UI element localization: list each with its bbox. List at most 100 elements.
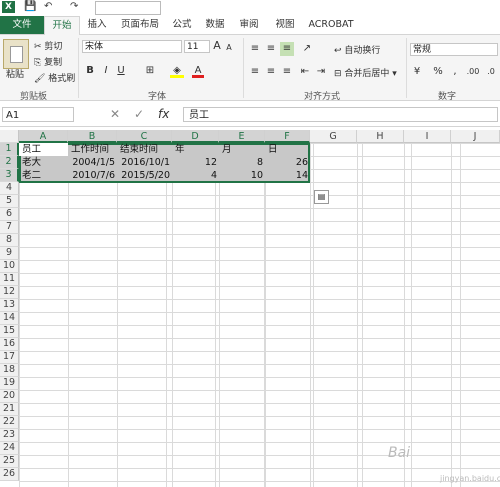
select-all-corner[interactable] bbox=[0, 130, 19, 143]
cell-C3[interactable]: 2015/5/20 bbox=[117, 169, 170, 182]
cell-E3[interactable]: 10 bbox=[219, 169, 263, 182]
row-header[interactable]: 15 bbox=[0, 325, 19, 338]
row-header[interactable]: 13 bbox=[0, 299, 19, 312]
cell-F2[interactable]: 26 bbox=[265, 156, 308, 169]
row-header[interactable]: 21 bbox=[0, 403, 19, 416]
name-box[interactable]: A1 bbox=[2, 107, 74, 122]
row-header[interactable]: 23 bbox=[0, 429, 19, 442]
tab-data[interactable]: 数据 bbox=[200, 16, 230, 34]
row-header[interactable]: 5 bbox=[0, 195, 19, 208]
decrease-indent-icon[interactable]: ⇤ bbox=[298, 65, 312, 79]
merge-center-button[interactable]: ⊟ 合并后居中 ▾ bbox=[334, 66, 397, 79]
align-left-icon[interactable]: ≡ bbox=[248, 65, 262, 79]
column-header[interactable]: F bbox=[265, 130, 310, 143]
column-header[interactable]: E bbox=[219, 130, 265, 143]
percent-button[interactable]: % bbox=[432, 65, 444, 79]
column-header[interactable]: B bbox=[68, 130, 117, 143]
column-header[interactable]: H bbox=[357, 130, 404, 143]
formula-input[interactable]: 员工 bbox=[183, 107, 498, 122]
cell-D1[interactable]: 年 bbox=[175, 143, 217, 156]
tab-review[interactable]: 审阅 bbox=[234, 16, 264, 34]
cell-grid[interactable] bbox=[19, 143, 500, 487]
tab-acrobat[interactable]: ACROBAT bbox=[306, 16, 356, 34]
row-header[interactable]: 22 bbox=[0, 416, 19, 429]
cell-A3[interactable]: 老二 bbox=[22, 169, 66, 182]
row-header[interactable]: 25 bbox=[0, 455, 19, 468]
cell-C2[interactable]: 2016/10/1 bbox=[117, 156, 170, 169]
comma-button[interactable]: , bbox=[450, 65, 460, 79]
align-middle-icon[interactable]: ≡ bbox=[264, 42, 278, 56]
copy-button[interactable]: ⎘ 复制 bbox=[34, 55, 62, 68]
italic-button[interactable]: I bbox=[100, 64, 112, 78]
row-header[interactable]: 11 bbox=[0, 273, 19, 286]
cell-A2[interactable]: 老大 bbox=[22, 156, 66, 169]
row-header[interactable]: 16 bbox=[0, 338, 19, 351]
row-header[interactable]: 26 bbox=[0, 468, 19, 481]
cell-B3[interactable]: 2010/7/6 bbox=[68, 169, 115, 182]
row-header[interactable]: 18 bbox=[0, 364, 19, 377]
cell-D3[interactable]: 4 bbox=[172, 169, 217, 182]
wrap-text-button[interactable]: ↩ 自动换行 bbox=[334, 43, 380, 56]
tab-view[interactable]: 视图 bbox=[270, 16, 300, 34]
align-right-icon[interactable]: ≡ bbox=[280, 65, 294, 79]
format-painter-button[interactable]: 🖌 格式刷 bbox=[34, 71, 75, 84]
column-header[interactable]: A bbox=[19, 130, 68, 143]
increase-decimal-icon[interactable]: .00 bbox=[466, 65, 480, 79]
currency-icon[interactable]: ¥ bbox=[410, 65, 424, 79]
tab-page-layout[interactable]: 页面布局 bbox=[116, 16, 164, 34]
column-header[interactable]: I bbox=[404, 130, 451, 143]
column-header[interactable]: D bbox=[172, 130, 219, 143]
redo-icon[interactable]: ↷ bbox=[70, 1, 78, 13]
paste-icon[interactable] bbox=[3, 39, 29, 69]
cell-C1[interactable]: 结束时间 bbox=[120, 143, 170, 156]
row-header[interactable]: 7 bbox=[0, 221, 19, 234]
cut-button[interactable]: ✂ 剪切 bbox=[34, 39, 62, 52]
confirm-icon[interactable]: ✓ bbox=[134, 107, 144, 122]
row-header[interactable]: 14 bbox=[0, 312, 19, 325]
font-name-select[interactable]: 宋体 bbox=[82, 40, 182, 53]
row-header[interactable]: 1 bbox=[0, 143, 19, 156]
paste-label[interactable]: 粘贴 bbox=[6, 67, 24, 80]
cell-F3[interactable]: 14 bbox=[265, 169, 308, 182]
tab-file[interactable]: 文件 bbox=[0, 16, 44, 34]
increase-indent-icon[interactable]: ⇥ bbox=[314, 65, 328, 79]
underline-button[interactable]: U bbox=[115, 64, 127, 78]
row-header[interactable]: 3 bbox=[0, 169, 19, 182]
bold-button[interactable]: B bbox=[84, 64, 96, 78]
save-icon[interactable]: 💾 bbox=[24, 1, 36, 13]
row-header[interactable]: 17 bbox=[0, 351, 19, 364]
tab-formulas[interactable]: 公式 bbox=[168, 16, 196, 34]
cell-E2[interactable]: 8 bbox=[219, 156, 263, 169]
tab-home[interactable]: 开始 bbox=[44, 16, 80, 36]
cell-B1[interactable]: 工作时间 bbox=[71, 143, 115, 156]
border-icon[interactable]: ⊞ bbox=[142, 64, 158, 78]
column-header[interactable]: J bbox=[451, 130, 500, 143]
shrink-font-icon[interactable]: A bbox=[224, 41, 234, 55]
row-header[interactable]: 20 bbox=[0, 390, 19, 403]
row-header[interactable]: 24 bbox=[0, 442, 19, 455]
row-header[interactable]: 2 bbox=[0, 156, 19, 169]
row-header[interactable]: 19 bbox=[0, 377, 19, 390]
number-format-select[interactable]: 常规 bbox=[410, 43, 498, 56]
font-size-select[interactable]: 11 bbox=[184, 40, 210, 53]
font-color-button[interactable]: A bbox=[192, 64, 204, 78]
row-header[interactable]: 8 bbox=[0, 234, 19, 247]
orientation-icon[interactable]: ↗ bbox=[300, 42, 314, 56]
row-header[interactable]: 9 bbox=[0, 247, 19, 260]
column-header[interactable]: G bbox=[310, 130, 357, 143]
row-header[interactable]: 10 bbox=[0, 260, 19, 273]
cancel-icon[interactable]: ✕ bbox=[110, 107, 120, 122]
qat-input[interactable] bbox=[95, 1, 161, 15]
cell-D2[interactable]: 12 bbox=[172, 156, 217, 169]
cell-A1[interactable]: 员工 bbox=[22, 143, 66, 156]
decrease-decimal-icon[interactable]: .0 bbox=[484, 65, 498, 79]
row-header[interactable]: 6 bbox=[0, 208, 19, 221]
align-bottom-icon[interactable]: ≡ bbox=[280, 42, 294, 56]
undo-icon[interactable]: ↶ bbox=[44, 1, 52, 13]
fill-color-icon[interactable]: ◈ bbox=[170, 64, 184, 78]
cell-E1[interactable]: 月 bbox=[222, 143, 263, 156]
align-center-icon[interactable]: ≡ bbox=[264, 65, 278, 79]
row-header[interactable]: 4 bbox=[0, 182, 19, 195]
quick-analysis-icon[interactable]: ▤ bbox=[314, 190, 329, 204]
cell-B2[interactable]: 2004/1/5 bbox=[68, 156, 115, 169]
